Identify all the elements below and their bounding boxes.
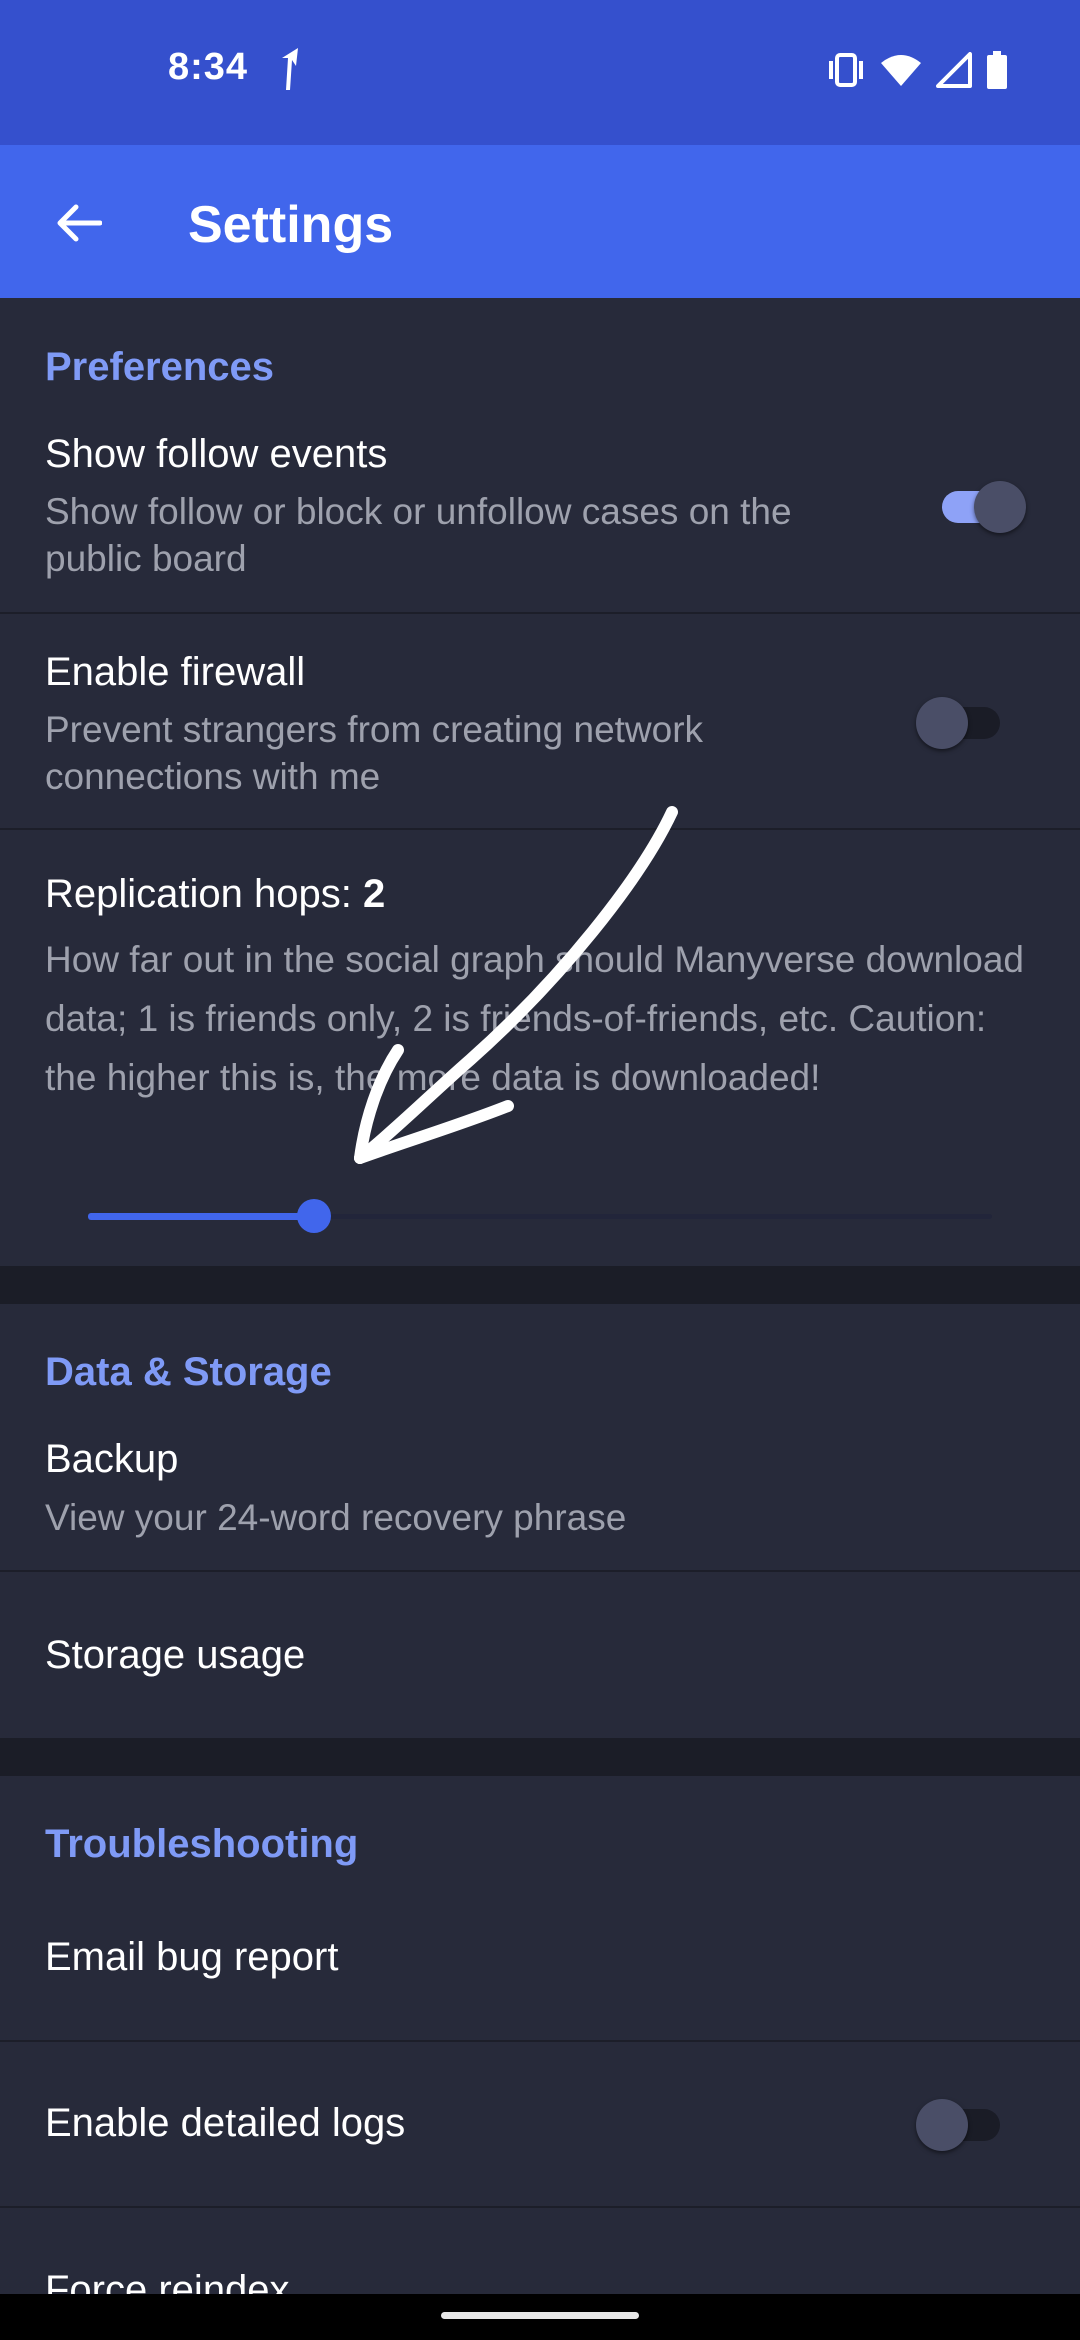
app-bar: Settings (0, 145, 1080, 298)
divider (0, 612, 1080, 614)
replication-hops-label: Replication hops: 2 (45, 872, 385, 917)
hops-label-text: Replication hops: (45, 872, 363, 916)
navigation-arrow-icon (282, 48, 298, 90)
setting-subtitle: View your 24-word recovery phrase (45, 1497, 627, 1538)
section-header-preferences: Preferences (45, 345, 275, 389)
page-title: Settings (188, 196, 394, 254)
replication-hops-slider[interactable] (88, 1196, 992, 1236)
setting-title: Enable detailed logs (45, 2101, 406, 2145)
toggle-thumb (916, 697, 968, 749)
back-button[interactable] (40, 185, 116, 261)
divider (0, 828, 1080, 830)
follow-events-toggle[interactable] (936, 478, 1026, 534)
section-gap (0, 1266, 1080, 1304)
slider-thumb[interactable] (297, 1199, 331, 1233)
section-header-data-storage: Data & Storage (45, 1350, 332, 1394)
wifi-icon (881, 55, 921, 86)
setting-title: Backup (45, 1437, 179, 1481)
divider (0, 2040, 1080, 2042)
status-bar: 8:34 (0, 0, 1080, 145)
status-icons (826, 48, 1008, 92)
toggle-thumb (916, 2099, 968, 2151)
setting-subtitle: Prevent strangers from creating network … (45, 709, 704, 797)
setting-title: Storage usage (45, 1633, 306, 1677)
cell-signal-icon (936, 52, 972, 88)
setting-title: Enable firewall (45, 650, 306, 694)
arrow-left-icon (57, 204, 102, 242)
setting-title: Show follow events (45, 432, 388, 476)
gesture-navigation-bar (0, 2294, 1080, 2340)
replication-hops-description: How far out in the social graph should M… (45, 939, 1025, 1098)
status-time: 8:34 (168, 46, 249, 88)
detailed-logs-toggle[interactable] (916, 2096, 1006, 2152)
toggle-thumb (974, 481, 1026, 533)
slider-fill (88, 1213, 314, 1220)
hops-value: 2 (362, 872, 386, 916)
section-header-troubleshooting: Troubleshooting (45, 1822, 359, 1866)
divider (0, 1570, 1080, 1572)
divider (0, 2206, 1080, 2208)
vibrate-icon (829, 53, 863, 87)
section-gap (0, 1738, 1080, 1776)
firewall-toggle[interactable] (916, 694, 1006, 750)
home-handle[interactable] (441, 2312, 639, 2319)
setting-subtitle: Show follow or block or unfollow cases o… (45, 491, 792, 579)
setting-title: Email bug report (45, 1935, 339, 1979)
battery-icon (987, 51, 1007, 89)
